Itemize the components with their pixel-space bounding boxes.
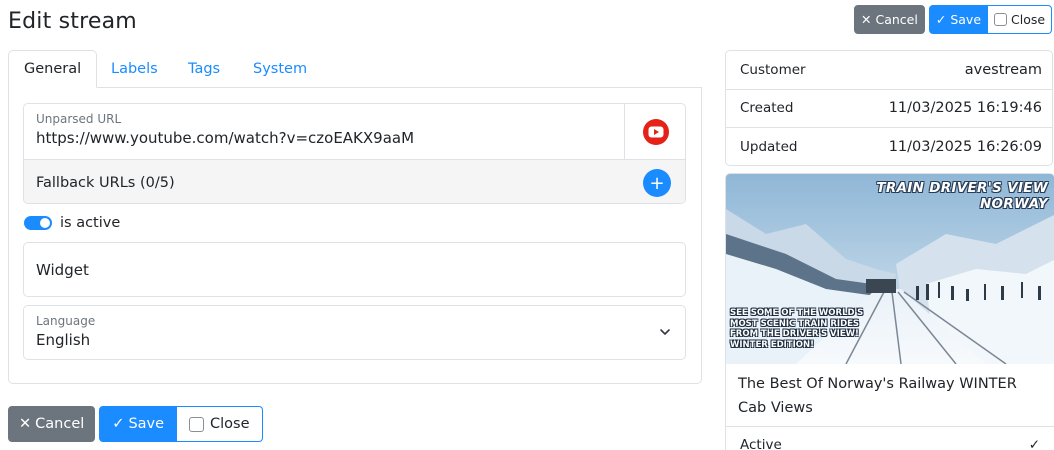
- tab-general[interactable]: General: [8, 50, 98, 88]
- cancel-label: Cancel: [875, 12, 918, 27]
- close-checkbox-button[interactable]: Close: [988, 5, 1053, 34]
- top-action-bar: ✕ Cancel ✓ Save Close: [854, 5, 1053, 34]
- tab-labels[interactable]: Labels: [111, 50, 158, 88]
- unparsed-url-field[interactable]: Unparsed URL https://www.youtube.com/wat…: [24, 104, 624, 159]
- is-active-toggle-row: is active: [24, 213, 120, 233]
- thumbnail-title: TRAIN DRIVER'S VIEW NORWAY: [876, 180, 1048, 212]
- close-label: Close: [210, 416, 250, 432]
- checkmark-icon: ✓: [112, 416, 125, 432]
- plus-icon: +: [649, 172, 665, 194]
- close-checkbox-button-bottom[interactable]: Close: [177, 406, 263, 442]
- checkmark-icon: ✓: [1028, 437, 1040, 450]
- tab-system[interactable]: System: [253, 50, 307, 88]
- cancel-button-bottom[interactable]: ✕ Cancel: [8, 406, 96, 442]
- info-value: 11/03/2025 16:26:09: [888, 139, 1042, 156]
- cancel-label: Cancel: [35, 416, 85, 432]
- info-value: 11/03/2025 16:19:46: [888, 100, 1042, 117]
- video-title: The Best Of Norway's Railway WINTER Cab …: [738, 376, 1017, 416]
- active-label: Active: [740, 437, 782, 450]
- unparsed-url-label: Unparsed URL: [36, 112, 122, 126]
- is-active-label: is active: [60, 215, 121, 231]
- info-row-updated: Updated 11/03/2025 16:26:09: [726, 128, 1052, 165]
- tab-bar: General Labels Tags System: [8, 50, 702, 88]
- url-group: Unparsed URL https://www.youtube.com/wat…: [23, 103, 686, 204]
- save-button-bottom[interactable]: ✓ Save: [99, 406, 178, 442]
- stream-info-table: Customer avestream Created 11/03/2025 16…: [725, 50, 1053, 166]
- cancel-button[interactable]: ✕ Cancel: [854, 5, 925, 34]
- close-checkbox[interactable]: [994, 13, 1008, 26]
- language-label: Language: [36, 314, 96, 328]
- checkmark-icon: ✓: [935, 12, 947, 27]
- info-key: Updated: [740, 139, 798, 156]
- add-fallback-url-button[interactable]: +: [643, 169, 671, 197]
- widget-value: Widget: [36, 260, 89, 279]
- info-row-created: Created 11/03/2025 16:19:46: [726, 90, 1052, 129]
- thumbnail-caption: SEE SOME OF THE WORLD'S MOST SCENIC TRAI…: [730, 308, 864, 350]
- info-key: Customer: [740, 61, 806, 78]
- language-value: English: [36, 331, 91, 349]
- page-title: Edit stream: [8, 9, 137, 34]
- save-label: Save: [128, 416, 165, 432]
- fallback-urls-row: Fallback URLs (0/5) +: [24, 159, 685, 203]
- info-row-customer: Customer avestream: [726, 51, 1052, 90]
- info-key: Created: [740, 100, 794, 117]
- close-checkbox[interactable]: [189, 416, 205, 432]
- fallback-urls-label: Fallback URLs (0/5): [36, 174, 175, 191]
- youtube-icon: [624, 104, 685, 159]
- active-row: Active ✓: [726, 426, 1054, 450]
- unparsed-url-input[interactable]: https://www.youtube.com/watch?v=czoEAKX9…: [36, 129, 612, 147]
- save-button[interactable]: ✓ Save: [928, 5, 989, 34]
- language-select[interactable]: Language English: [23, 305, 686, 360]
- bottom-action-bar: ✕ Cancel ✓ Save Close: [8, 406, 263, 442]
- is-active-switch[interactable]: [24, 216, 52, 230]
- stream-preview-card: TRAIN DRIVER'S VIEW NORWAY SEE SOME OF T…: [725, 173, 1054, 450]
- close-x-icon: ✕: [19, 416, 32, 432]
- chevron-down-icon: [660, 329, 670, 335]
- widget-field[interactable]: Widget: [23, 242, 686, 297]
- info-value: avestream: [964, 61, 1042, 78]
- close-label: Close: [1011, 12, 1046, 27]
- save-label: Save: [950, 12, 982, 27]
- switch-knob: [40, 218, 50, 228]
- tab-tags[interactable]: Tags: [188, 50, 220, 88]
- close-x-icon: ✕: [861, 12, 872, 27]
